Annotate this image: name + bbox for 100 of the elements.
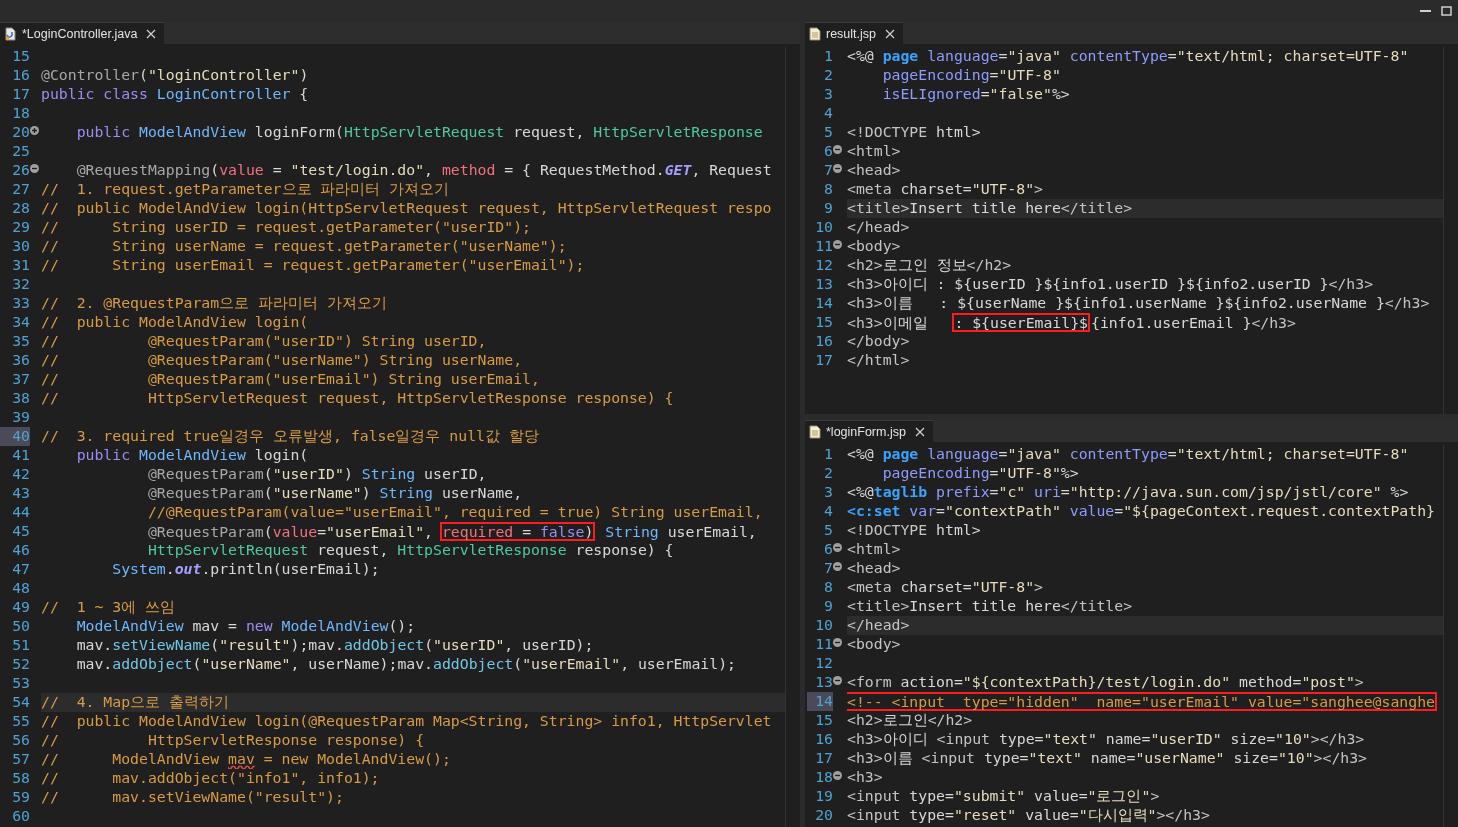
line-number: 14 (807, 692, 833, 711)
code-line: // ModelAndView mav = new ModelAndView(); (41, 750, 452, 769)
line-number: 38 (11, 389, 30, 408)
code-line: <body> (847, 237, 902, 256)
line-number: 15 (814, 711, 833, 730)
editor-tab[interactable]: *loginForm.jsp (805, 420, 933, 442)
collapse-icon[interactable] (833, 771, 842, 780)
close-icon[interactable] (146, 28, 157, 39)
code-line: public ModelAndView login( (75, 446, 310, 465)
code-line: <h2>로그인</h2> (847, 711, 974, 730)
code-line: <!DOCTYPE html> (847, 123, 982, 142)
line-number: 51 (11, 636, 30, 655)
line-number: 37 (11, 370, 30, 389)
line-number: 7 (823, 161, 833, 180)
line-number: 16 (11, 66, 30, 85)
line-number: 2 (823, 66, 833, 85)
code-line: @RequestParam("userID") String userID, (146, 465, 488, 484)
collapse-icon[interactable] (833, 676, 842, 685)
line-number: 35 (11, 332, 30, 351)
code-line: </html> (847, 351, 911, 370)
code-line: <h3>이름 : ${userName }${info1.userName }${info2.userName }</h3> (847, 294, 1431, 313)
line-number: 9 (823, 597, 833, 616)
line-number: 15 (814, 313, 833, 332)
maximize-icon[interactable] (1441, 6, 1452, 16)
code-line: pageEncoding="UTF-8" (881, 66, 1062, 85)
line-number: 55 (11, 712, 30, 731)
collapse-icon[interactable] (833, 543, 842, 552)
editor-tab[interactable]: result.jsp (805, 22, 904, 44)
line-number: 17 (11, 85, 30, 104)
line-number: 60 (11, 807, 30, 826)
code-line: @RequestMapping(value = "test/login.do", method = { RequestMethod.GET, Request (75, 161, 773, 180)
line-number: 33 (11, 294, 30, 313)
code-line: <h3>이름 <input type="text" name="userName" size="10"></h3> (847, 749, 1368, 768)
line-number: 18 (814, 768, 833, 787)
document-icon (809, 424, 821, 439)
line-number: 45 (11, 522, 30, 541)
code-line: <html> (847, 142, 902, 161)
code-line: @Controller("loginController") (41, 66, 310, 85)
editor-tab[interactable]: *LoginController.java (0, 22, 165, 44)
code-line: <%@taglib prefix="c" uri="http://java.sun.com/jsp/jstl/core" %> (847, 483, 1410, 502)
line-number: 18 (11, 104, 30, 123)
code-line: isELIgnored="false"%> (881, 85, 1071, 104)
code-line: <h3>아이디 : ${userID }${info1.userID }${info2.userID }</h3> (847, 275, 1375, 294)
expand-icon[interactable] (30, 126, 39, 135)
code-line: // public ModelAndView login( (41, 313, 310, 332)
line-number: 16 (814, 332, 833, 351)
code-line: ModelAndView mav = new ModelAndView(); (75, 617, 417, 636)
line-number: 17 (814, 351, 833, 370)
line-number: 6 (823, 142, 833, 161)
line-number: 59 (11, 788, 30, 807)
collapse-icon[interactable] (833, 638, 842, 647)
line-number: 16 (814, 730, 833, 749)
line-number: 28 (11, 199, 30, 218)
collapse-icon[interactable] (833, 240, 842, 249)
highlight-box: <!-- <input type="hidden" name="userEmail" value="sanghee@sanghe (847, 692, 1437, 711)
line-number: 3 (823, 483, 833, 502)
line-number: 3 (823, 85, 833, 104)
line-number: 57 (11, 750, 30, 769)
code-line: // String userID = request.getParameter("userID"); (41, 218, 532, 237)
close-icon[interactable] (885, 28, 896, 39)
code-line: <!DOCTYPE html> (847, 521, 982, 540)
code-line: public ModelAndView loginForm(HttpServletRequest request, HttpServletResponse (75, 123, 764, 142)
line-number: 20 (814, 806, 833, 825)
line-number: 42 (11, 465, 30, 484)
line-number: 12 (814, 256, 833, 275)
line-number: 12 (814, 654, 833, 673)
collapse-icon[interactable] (833, 562, 842, 571)
collapse-icon[interactable] (30, 164, 39, 173)
code-line: //@RequestParam(value="userEmail", required = true) String userEmail, (146, 503, 764, 522)
line-number: 13 (814, 673, 833, 692)
code-line: </head> (847, 218, 911, 237)
code-line: <meta charset="UTF-8"> (847, 578, 1044, 597)
collapse-icon[interactable] (833, 164, 842, 173)
code-line: <h2>로그인 정보</h2> (847, 256, 1013, 275)
collapse-icon[interactable] (833, 145, 842, 154)
code-line: // public ModelAndView login(@RequestParam Map<String, String> info1, HttpServlet (41, 712, 773, 731)
line-number: 50 (11, 617, 30, 636)
line-number: 36 (11, 351, 30, 370)
line-number: 52 (11, 655, 30, 674)
close-icon[interactable] (914, 426, 925, 437)
line-number: 13 (814, 275, 833, 294)
line-number: 47 (11, 560, 30, 579)
line-number: 6 (823, 540, 833, 559)
code-line: <%@ page language="java" contentType="text/html; charset=UTF-8" (847, 47, 1410, 66)
line-number: 49 (11, 598, 30, 617)
line-number: 11 (814, 635, 833, 654)
file-icon (4, 26, 17, 41)
code-line: <head> (847, 161, 902, 180)
code-line: @RequestParam("userName") String userName, (146, 484, 524, 503)
line-number: 5 (823, 123, 833, 142)
line-number: 27 (11, 180, 30, 199)
line-number: 53 (11, 674, 30, 693)
line-number: 4 (823, 502, 833, 521)
code-line: <form action="${contextPath}/test/login.do" method="post"> (847, 673, 1365, 692)
line-number: 54 (11, 693, 30, 712)
code-line: // 1. request.getParameter으로 파라미터 가져오기 (41, 180, 451, 199)
line-number: 46 (11, 541, 30, 560)
code-line: // 2. @RequestParam으로 파라미터 가져오기 (41, 294, 388, 313)
highlight-box: required = false) (439, 522, 596, 541)
line-number: 20 (11, 123, 30, 142)
